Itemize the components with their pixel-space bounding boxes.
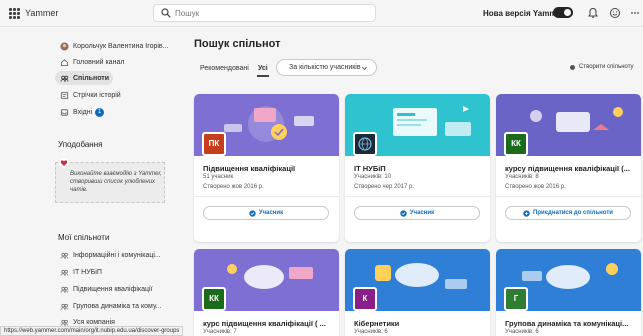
community-link-label: Підвищення кваліфікації xyxy=(73,285,153,293)
community-avatar: КК xyxy=(504,132,528,156)
top-bar: Yammer Нова версія Yammer xyxy=(0,0,643,27)
sidebar-item-label: Вхідні xyxy=(73,108,93,116)
join-community-button[interactable]: Приєднатися до спільноти xyxy=(505,206,631,220)
inbox-count-badge: 1 xyxy=(95,107,105,117)
community-icon xyxy=(60,286,69,293)
community-link[interactable]: ІТ НУБіП xyxy=(55,265,170,279)
search-icon xyxy=(161,8,171,18)
favorites-hint: Виконайте взаємодію з Yammer, створивши … xyxy=(70,171,162,193)
toggle-knob xyxy=(564,9,571,16)
tab-selected-indicator xyxy=(257,75,269,77)
search-box[interactable] xyxy=(153,4,376,22)
community-link[interactable]: Інформаційні і комунікаці... xyxy=(55,248,170,262)
community-card[interactable]: ІТ НУБіП Учасників: 10 Створено чер 2017… xyxy=(345,94,490,242)
page-title: Пошук спільнот xyxy=(194,38,281,50)
app-title: Yammer xyxy=(25,8,59,18)
user-avatar-icon xyxy=(60,41,69,51)
member-count: Учасників: 7 xyxy=(203,329,237,335)
create-community-label: Створити спільноту xyxy=(579,64,634,70)
new-version-label: Нова версія Yammer xyxy=(483,9,564,18)
community-card[interactable]: КК курсу підвищення кваліфікації (... Уч… xyxy=(496,94,641,242)
app-launcher-icon[interactable] xyxy=(9,8,20,19)
bell-icon[interactable] xyxy=(587,7,599,19)
tab-all[interactable]: Усі xyxy=(258,65,268,72)
community-name[interactable]: курс підвищення кваліфікації ( ... xyxy=(203,319,333,328)
sidebar-user-name: Корольчук Валентина Ігорів... xyxy=(73,42,169,50)
sidebar-item-communities[interactable]: Спільноти xyxy=(55,71,113,85)
card-divider xyxy=(194,196,339,197)
created-date: Створено жов 2016 р. xyxy=(505,184,566,190)
community-avatar xyxy=(353,132,377,156)
chevron-down-icon xyxy=(362,66,367,70)
sidebar-item-label: Стрічки історій xyxy=(73,91,121,99)
smiley-icon[interactable] xyxy=(609,7,621,19)
favorites-title: Уподобання xyxy=(58,140,103,149)
community-card[interactable]: Г Групова динаміка та комунікаці... Учас… xyxy=(496,249,641,336)
created-date: Створено жов 2016 р. xyxy=(203,184,264,190)
community-avatar: КК xyxy=(202,287,226,311)
member-count: Учасників: 8 xyxy=(505,174,539,180)
member-button-label: Учасник xyxy=(258,210,284,216)
sidebar-user[interactable]: Корольчук Валентина Ігорів... xyxy=(55,39,170,53)
favorites-empty-box: Виконайте взаємодію з Yammer, створивши … xyxy=(55,158,165,203)
checkmark-icon xyxy=(400,209,407,217)
community-avatar: К xyxy=(353,287,377,311)
member-count: Учасників: 10 xyxy=(354,174,392,180)
plus-icon xyxy=(523,209,530,217)
community-icon xyxy=(60,269,69,276)
member-count: Учасників: 6 xyxy=(354,329,388,335)
more-icon[interactable] xyxy=(629,7,641,19)
checkmark-icon xyxy=(249,209,256,217)
member-count: Учасників: 6 xyxy=(505,329,539,335)
community-name[interactable]: Кібернетики xyxy=(354,319,484,328)
card-divider xyxy=(496,196,641,197)
sidebar-item-label: Спільноти xyxy=(73,74,110,82)
community-name[interactable]: ІТ НУБіП xyxy=(354,164,484,173)
member-button[interactable]: Учасник xyxy=(354,206,480,220)
community-card[interactable]: ПК Підвищення кваліфікації 51 учасник Ст… xyxy=(194,94,339,242)
join-community-label: Приєднатися до спільноти xyxy=(533,210,613,216)
search-input[interactable] xyxy=(175,7,370,20)
community-name[interactable]: Групова динаміка та комунікаці... xyxy=(505,319,635,328)
card-divider xyxy=(345,196,490,197)
add-icon xyxy=(570,64,575,70)
community-card[interactable]: К Кібернетики Учасників: 6 xyxy=(345,249,490,336)
sidebar-item-label: Головний канал xyxy=(73,58,125,66)
heart-icon xyxy=(59,158,69,168)
home-icon xyxy=(60,58,69,66)
member-button[interactable]: Учасник xyxy=(203,206,329,220)
community-link-label: Уся компанія xyxy=(73,318,115,326)
community-icon xyxy=(60,252,69,259)
sidebar-item-home-feed[interactable]: Головний канал xyxy=(55,55,170,69)
sidebar-item-storylines[interactable]: Стрічки історій xyxy=(55,88,170,102)
community-icon xyxy=(60,303,69,310)
inbox-icon xyxy=(60,108,69,116)
community-name[interactable]: курсу підвищення кваліфікації (... xyxy=(505,164,635,173)
community-avatar: ПК xyxy=(202,132,226,156)
member-button-label: Учасник xyxy=(409,210,435,216)
status-url-bar: https://web.yammer.com/main/org/it.nubip… xyxy=(0,326,184,336)
community-name[interactable]: Підвищення кваліфікації xyxy=(203,164,333,173)
created-date: Створено чер 2017 р. xyxy=(354,184,415,190)
globe-logo-icon xyxy=(358,137,372,151)
community-card[interactable]: КК курс підвищення кваліфікації ( ... Уч… xyxy=(194,249,339,336)
new-version-toggle[interactable] xyxy=(553,7,573,18)
tab-recommended[interactable]: Рекомендовані xyxy=(200,65,249,72)
sort-dropdown[interactable]: За кількістю учасників xyxy=(276,59,377,76)
community-link-label: Інформаційні і комунікаці... xyxy=(73,251,161,259)
sidebar-item-inbox[interactable]: Вхідні 1 xyxy=(55,105,170,119)
member-count: 51 учасник xyxy=(203,174,234,180)
storyline-icon xyxy=(60,91,69,99)
community-link-label: Групова динаміка та кому... xyxy=(73,302,162,310)
community-avatar: Г xyxy=(504,287,528,311)
community-link[interactable]: Підвищення кваліфікації xyxy=(55,282,170,296)
communities-icon xyxy=(60,75,69,82)
sort-dropdown-label: За кількістю учасників xyxy=(289,64,361,71)
my-communities-title: Мої спільноти xyxy=(58,233,110,242)
community-link-label: ІТ НУБіП xyxy=(73,268,102,276)
community-link[interactable]: Групова динаміка та кому... xyxy=(55,299,170,313)
create-community-button[interactable]: Створити спільноту xyxy=(570,64,634,70)
